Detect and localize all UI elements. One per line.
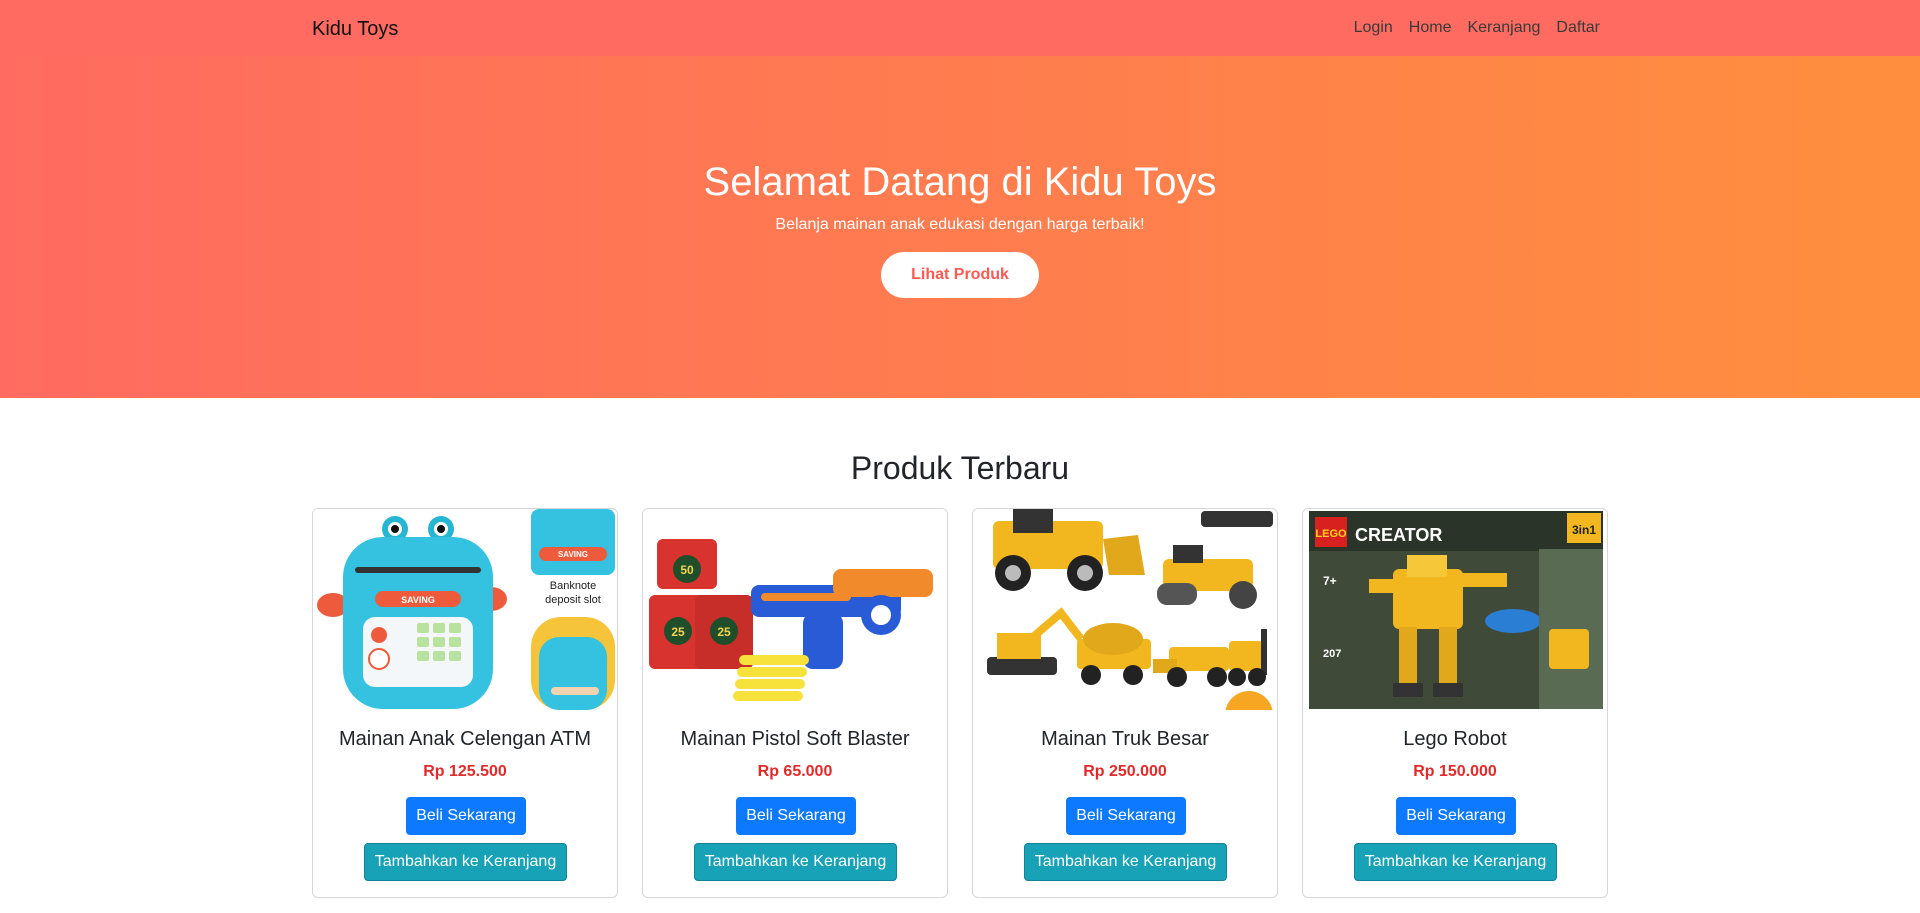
product-price: Rp 65.000 <box>757 763 833 780</box>
add-to-cart-button[interactable]: Tambahkan ke Keranjang <box>1024 843 1227 881</box>
nav-link-login[interactable]: Login <box>1354 19 1393 37</box>
add-to-cart-button[interactable]: Tambahkan ke Keranjang <box>694 843 897 881</box>
navbar: Kidu Toys Login Home Keranjang Daftar <box>0 0 1920 56</box>
product-price: Rp 125.500 <box>423 763 507 780</box>
age-label: 7+ <box>1323 574 1337 588</box>
hero-title: Selamat Datang di Kidu Toys <box>703 160 1217 204</box>
product-image-lego-robot[interactable]: LEGO CREATOR 3in1 7+ 207 <box>1303 509 1607 710</box>
product-name: Mainan Anak Celengan ATM <box>338 728 591 750</box>
add-to-cart-button[interactable]: Tambahkan ke Keranjang <box>364 843 567 881</box>
product-price: Rp 150.000 <box>1413 763 1497 780</box>
creator-logo: CREATOR <box>1355 525 1442 545</box>
product-image-soft-blaster[interactable]: 50 25 25 <box>643 509 947 710</box>
buy-now-button[interactable]: Beli Sekarang <box>406 797 526 835</box>
atm-saving-label: SAVING <box>401 595 435 605</box>
buy-now-button[interactable]: Beli Sekarang <box>1396 797 1516 835</box>
product-image-trucks[interactable] <box>973 509 1277 710</box>
nav-links: Login Home Keranjang Daftar <box>1354 19 1600 37</box>
hero-banner: Selamat Datang di Kidu Toys Belanja main… <box>0 56 1920 398</box>
product-card: Mainan Truk Besar Rp 250.000 Beli Sekara… <box>972 508 1278 898</box>
product-price: Rp 250.000 <box>1083 763 1167 780</box>
product-card: LEGO CREATOR 3in1 7+ 207 Lego Robot Rp 1… <box>1302 508 1608 898</box>
target-50-label: 50 <box>680 563 694 577</box>
three-in-one-badge: 3in1 <box>1572 523 1596 537</box>
brand-logo[interactable]: Kidu Toys <box>312 18 398 41</box>
banknote-label: Banknote <box>550 580 596 592</box>
target-25-right-label: 25 <box>717 625 731 639</box>
buy-now-button[interactable]: Beli Sekarang <box>736 797 856 835</box>
nav-link-cart[interactable]: Keranjang <box>1467 19 1540 37</box>
panel-saving-label: SAVING <box>558 550 588 559</box>
buy-now-button[interactable]: Beli Sekarang <box>1066 797 1186 835</box>
deposit-slot-label: deposit slot <box>545 594 601 606</box>
product-card: 50 25 25 Mainan Pistol Soft Blaster Rp 6… <box>642 508 948 898</box>
product-name: Mainan Pistol Soft Blaster <box>680 728 910 750</box>
add-to-cart-button[interactable]: Tambahkan ke Keranjang <box>1354 843 1557 881</box>
section-title: Produk Terbaru <box>850 450 1070 486</box>
view-products-button[interactable]: Lihat Produk <box>881 252 1039 298</box>
lego-logo: LEGO <box>1315 528 1347 540</box>
product-name: Mainan Truk Besar <box>1041 728 1209 750</box>
nav-link-register[interactable]: Daftar <box>1556 19 1600 37</box>
nav-link-home[interactable]: Home <box>1409 19 1452 37</box>
hero-subtitle: Belanja mainan anak edukasi dengan harga… <box>775 216 1145 233</box>
product-card: SAVING SAVING Banknote deposit slot Main… <box>312 508 618 898</box>
product-name: Lego Robot <box>1403 728 1507 750</box>
target-25-left-label: 25 <box>671 625 685 639</box>
product-image-atm-bank[interactable]: SAVING SAVING Banknote deposit slot <box>313 509 617 710</box>
piece-count-label: 207 <box>1323 648 1341 660</box>
